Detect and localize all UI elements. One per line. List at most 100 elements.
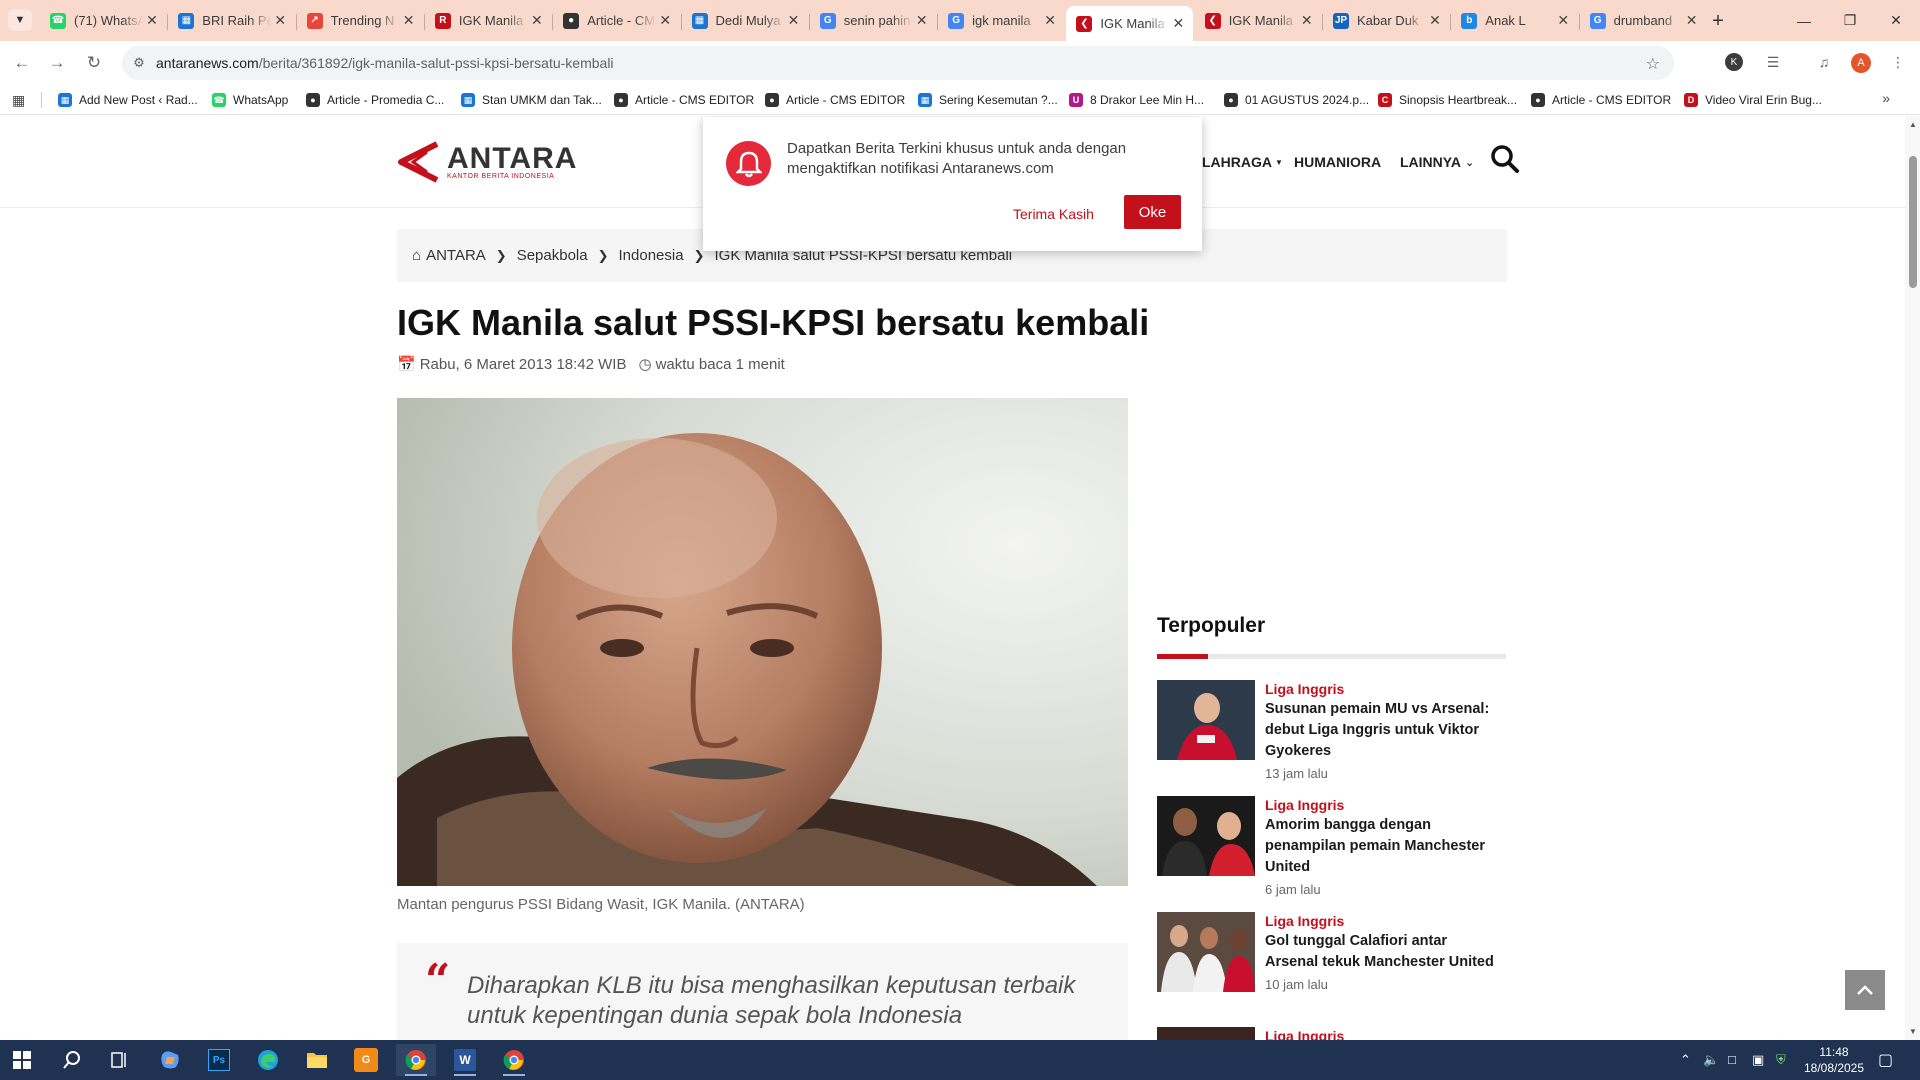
scroll-up-icon[interactable]: ▲ — [1909, 120, 1917, 129]
page-scrollbar[interactable]: ▲ ▼ — [1905, 116, 1920, 1040]
tab-search-button[interactable]: ▼ — [8, 9, 32, 31]
apps-grid-icon[interactable]: ▦ — [12, 92, 25, 109]
extensions-puzzle-icon[interactable]: ☰ — [1762, 51, 1784, 73]
popular-category[interactable]: Liga Inggris — [1265, 1027, 1500, 1040]
scroll-down-icon[interactable]: ▼ — [1909, 1027, 1917, 1036]
popular-headline[interactable]: Susunan pemain MU vs Arsenal: debut Liga… — [1265, 699, 1500, 762]
popular-headline[interactable]: Amorim bangga dengan penampilan pemain M… — [1265, 815, 1500, 878]
profile-avatar[interactable]: A — [1851, 53, 1871, 73]
file-explorer-app[interactable] — [297, 1044, 337, 1076]
browser-tab[interactable]: ● Article - CM ✕ — [553, 6, 680, 35]
extension-k-icon[interactable]: K — [1725, 53, 1743, 71]
breadcrumb-antara[interactable]: ANTARA — [426, 247, 486, 264]
bookmark-item[interactable]: ▦ Sering Kesemutan ?... — [918, 91, 1058, 109]
browser-tab[interactable]: ↗ Trending N ✕ — [297, 6, 424, 35]
display-icon[interactable]: ▣ — [1752, 1052, 1764, 1068]
bookmark-item[interactable]: U 8 Drakor Lee Min H... — [1069, 91, 1204, 109]
close-tab-icon[interactable]: ✕ — [1426, 12, 1444, 30]
network-icon[interactable]: □ — [1728, 1052, 1736, 1067]
back-to-top-button[interactable] — [1845, 970, 1885, 1010]
popular-item[interactable]: Liga Inggris Amorim bangga dengan penamp… — [1157, 796, 1506, 897]
close-tab-icon[interactable]: ✕ — [400, 12, 418, 30]
bookmark-star-icon[interactable]: ☆ — [1646, 54, 1660, 74]
browser-tab[interactable]: R IGK Manila ✕ — [425, 6, 552, 35]
browser-tab[interactable]: ☎ (71) WhatsApp✕ — [40, 6, 167, 35]
taskbar-search-button[interactable] — [52, 1044, 92, 1076]
notifications-icon[interactable]: ▢ — [1878, 1050, 1893, 1070]
close-tab-icon[interactable]: ✕ — [785, 12, 803, 30]
bookmark-item[interactable]: ● Article - Promedia C... — [306, 91, 444, 109]
start-button[interactable] — [2, 1044, 42, 1076]
new-tab-button[interactable]: + — [1704, 8, 1732, 34]
bookmarks-overflow-icon[interactable]: » — [1882, 90, 1890, 106]
popular-category[interactable]: Liga Inggris — [1265, 680, 1500, 698]
browser-tab[interactable]: Gdrumband ✕ — [1580, 6, 1707, 35]
bookmark-item[interactable]: ● Article - CMS EDITOR — [765, 91, 905, 109]
task-view-button[interactable] — [100, 1044, 140, 1076]
close-tab-icon[interactable]: ✕ — [1041, 12, 1059, 30]
media-controls-icon[interactable]: ♫ — [1813, 51, 1835, 73]
browser-tab[interactable]: Gsenin pahin ✕ — [810, 6, 937, 35]
volume-icon[interactable]: 🔈 — [1703, 1052, 1719, 1068]
bookmark-item[interactable]: ▦ Stan UMKM dan Tak... — [461, 91, 602, 109]
bookmark-item[interactable]: ▦ Add New Post ‹ Rad... — [58, 91, 198, 109]
popular-item[interactable]: Liga Inggris Gol tunggal Calafiori antar… — [1157, 912, 1506, 1012]
popular-category[interactable]: Liga Inggris — [1265, 912, 1500, 930]
close-tab-icon[interactable]: ✕ — [913, 12, 931, 30]
nav-olahraga[interactable]: LAHRAGA ▼ — [1202, 154, 1283, 170]
nav-lainnya[interactable]: LAINNYA ⌄ — [1400, 154, 1474, 170]
browser-tab[interactable]: Gigk manila ✕ — [938, 6, 1065, 35]
tray-overflow-icon[interactable]: ⌃ — [1680, 1052, 1691, 1068]
gallery-app[interactable]: G — [346, 1044, 386, 1076]
antara-logo[interactable]: ANTARA KANTOR BERITA INDONESIA — [397, 140, 577, 184]
close-tab-icon[interactable]: ✕ — [528, 12, 546, 30]
accept-button[interactable]: Oke — [1124, 195, 1181, 229]
bookmark-item[interactable]: ● Article - CMS EDITOR — [1531, 91, 1671, 109]
popular-headline[interactable]: Gol tunggal Calafiori antar Arsenal teku… — [1265, 931, 1500, 973]
photoshop-app[interactable]: Ps — [199, 1044, 239, 1076]
taskbar-clock[interactable]: 11:48 18/08/2025 — [1790, 1044, 1878, 1076]
address-bar[interactable]: ⚙ antaranews.com/berita/361892/igk-manil… — [122, 46, 1674, 80]
minimize-button[interactable]: — — [1781, 0, 1827, 41]
edge-app[interactable] — [248, 1044, 288, 1076]
breadcrumb-indonesia[interactable]: Indonesia — [619, 247, 684, 264]
close-tab-icon[interactable]: ✕ — [1554, 12, 1572, 30]
site-info-icon[interactable]: ⚙ — [122, 55, 156, 71]
search-icon[interactable] — [1490, 144, 1520, 174]
scrollbar-thumb[interactable] — [1909, 156, 1917, 288]
close-tab-icon[interactable]: ✕ — [143, 12, 161, 30]
close-tab-icon[interactable]: ✕ — [1683, 12, 1701, 30]
back-button[interactable]: ← — [8, 49, 36, 77]
breadcrumb-sepakbola[interactable]: Sepakbola — [517, 247, 588, 264]
word-app[interactable]: W — [445, 1044, 485, 1076]
popular-item[interactable]: Liga Inggris — [1157, 1027, 1506, 1040]
reload-button[interactable]: ↻ — [80, 49, 108, 77]
popular-item[interactable]: Liga Inggris Susunan pemain MU vs Arsena… — [1157, 680, 1506, 781]
close-window-button[interactable]: ✕ — [1873, 0, 1919, 41]
decline-button[interactable]: Terima Kasih — [1003, 200, 1104, 228]
close-tab-icon[interactable]: ✕ — [271, 12, 289, 30]
browser-menu-icon[interactable]: ⋮ — [1887, 51, 1909, 73]
restore-button[interactable]: ❐ — [1827, 0, 1873, 41]
chrome-app[interactable] — [396, 1044, 436, 1076]
browser-tab[interactable]: JP Kabar Duk ✕ — [1323, 6, 1450, 35]
forward-button[interactable]: → — [43, 49, 71, 77]
browser-tab[interactable]: ❮ IGK Manila ✕ — [1066, 6, 1194, 41]
nav-humaniora[interactable]: HUMANIORA — [1294, 154, 1381, 170]
bookmark-item[interactable]: ☎ WhatsApp — [212, 91, 288, 109]
browser-tab[interactable]: ▦ BRI Raih Pe ✕ — [168, 6, 295, 35]
browser-tab[interactable]: b Anak L ✕ — [1451, 6, 1578, 35]
bookmark-item[interactable]: ● 01 AGUSTUS 2024.p... — [1224, 91, 1369, 109]
security-shield-icon[interactable]: ⛨ — [1776, 1052, 1786, 1068]
bookmark-item[interactable]: C Sinopsis Heartbreak... — [1378, 91, 1517, 109]
close-tab-icon[interactable]: ✕ — [1169, 15, 1187, 33]
browser-tab[interactable]: ▦ Dedi Mulya ✕ — [682, 6, 809, 35]
close-tab-icon[interactable]: ✕ — [1298, 12, 1316, 30]
bookmark-item[interactable]: D Video Viral Erin Bug... — [1684, 91, 1822, 109]
copilot-app[interactable] — [150, 1044, 190, 1076]
chrome-profile-app[interactable] — [494, 1044, 534, 1076]
browser-tab[interactable]: ❮ IGK Manila ✕ — [1195, 6, 1322, 35]
popular-category[interactable]: Liga Inggris — [1265, 796, 1500, 814]
bookmark-item[interactable]: ● Article - CMS EDITOR — [614, 91, 754, 109]
close-tab-icon[interactable]: ✕ — [656, 12, 674, 30]
